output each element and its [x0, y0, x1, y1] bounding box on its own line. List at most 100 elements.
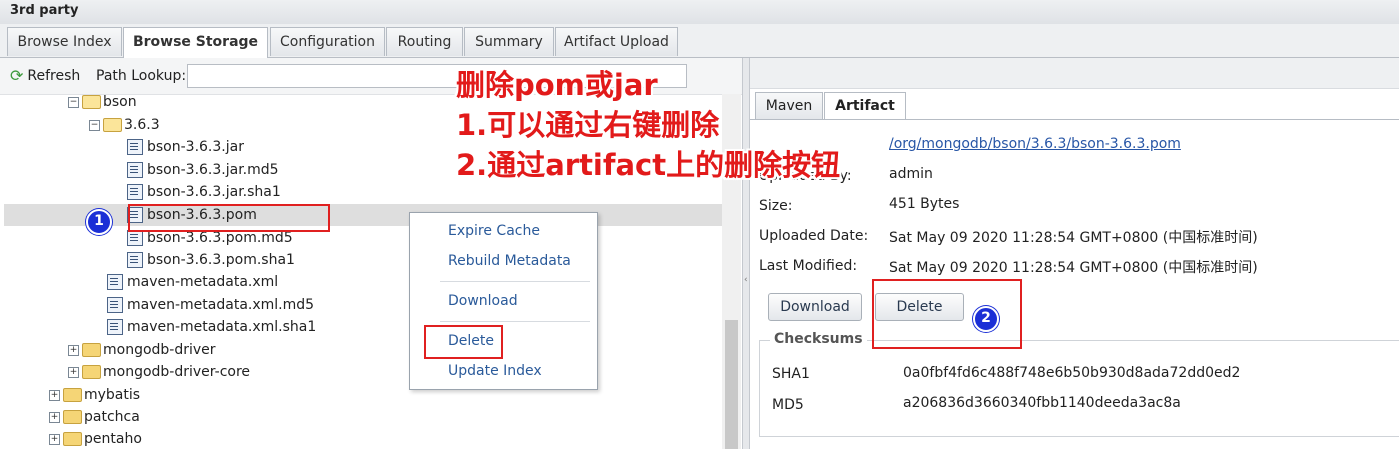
folder-icon [63, 432, 82, 446]
annotation-title: 删除pom或jar [456, 68, 658, 102]
tree-item-mongodb-driver-core[interactable]: + mongodb-driver-core [68, 361, 250, 383]
folder-icon [63, 410, 82, 424]
collapse-icon[interactable]: − [89, 119, 100, 131]
md5-label: MD5 [772, 397, 804, 413]
tree-item-bson-jar[interactable]: bson-3.6.3.jar [127, 136, 244, 158]
folder-icon [82, 365, 101, 379]
download-button[interactable]: Download [768, 293, 862, 321]
tab-divider [750, 119, 1399, 120]
tree-item-label: maven-metadata.xml.md5 [127, 297, 315, 313]
tab-configuration[interactable]: Configuration [270, 27, 385, 56]
sha1-label: SHA1 [772, 366, 810, 382]
tree-item-mongodb-driver[interactable]: + mongodb-driver [68, 339, 216, 361]
tree-item-label: patchca [84, 409, 140, 425]
path-lookup-label: Path Lookup: [96, 68, 187, 84]
step-badge-2: 2 [973, 306, 999, 332]
menu-separator [440, 281, 590, 282]
menu-item-download[interactable]: Download [448, 293, 518, 309]
tree-item-bson-jar-md5[interactable]: bson-3.6.3.jar.md5 [127, 159, 279, 181]
file-icon [127, 139, 143, 155]
tree-item-label: 3.6.3 [124, 117, 160, 133]
tab-browse-storage[interactable]: Browse Storage [123, 27, 268, 58]
tree-item-bson-pom-sha1[interactable]: bson-3.6.3.pom.sha1 [127, 249, 295, 271]
tab-maven[interactable]: Maven [755, 92, 823, 120]
file-icon [107, 274, 123, 290]
expand-icon[interactable]: + [49, 411, 60, 423]
window-titlebar: 3rd party [0, 0, 1399, 25]
folder-open-icon [82, 95, 101, 109]
context-menu: Expire Cache Rebuild Metadata Download D… [409, 212, 598, 390]
tab-routing[interactable]: Routing [386, 27, 463, 56]
tree-item-3-6-3[interactable]: − 3.6.3 [89, 114, 160, 136]
checksums-fieldset [759, 340, 1399, 437]
expand-icon[interactable]: + [68, 366, 79, 378]
file-icon [107, 297, 123, 313]
tab-summary[interactable]: Summary [464, 27, 554, 56]
annotation-step-1: 1.可以通过右键删除 [456, 108, 720, 142]
tree-item-label: bson-3.6.3.jar [147, 139, 244, 155]
size-value: 451 Bytes [889, 196, 960, 212]
tree-item-label: bson [103, 94, 137, 110]
tree-item-label: bson-3.6.3.pom.md5 [147, 230, 293, 246]
collapse-icon[interactable]: − [68, 96, 79, 108]
tab-browse-index[interactable]: Browse Index [7, 27, 122, 56]
file-icon [127, 184, 143, 200]
file-icon [127, 252, 143, 268]
tree-scrollbar-thumb[interactable] [725, 320, 738, 449]
highlight-menu-delete [424, 325, 503, 359]
window-title: 3rd party [10, 3, 79, 18]
tree-item-pentaho[interactable]: + pentaho [49, 428, 142, 450]
pane-splitter[interactable] [743, 58, 750, 449]
sha1-value: 0a0fbf4fd6c488f748e6b50b930d8ada72dd0ed2 [903, 365, 1241, 381]
file-icon [107, 319, 123, 335]
main-tabs: Browse Index Browse Storage Configuratio… [0, 24, 1399, 58]
tree-item-label: bson-3.6.3.pom.sha1 [147, 252, 295, 268]
collapse-arrow-icon[interactable]: ‹ [744, 275, 748, 305]
menu-item-rebuild-metadata[interactable]: Rebuild Metadata [448, 253, 571, 269]
refresh-icon: ⟳ [10, 66, 24, 85]
file-icon [127, 162, 143, 178]
refresh-button[interactable]: ⟳ Refresh [10, 66, 80, 85]
tree-item-label: bson-3.6.3.jar.md5 [147, 162, 279, 178]
checksums-title: Checksums [770, 331, 867, 347]
size-label: Size: [759, 198, 793, 214]
step-badge-1: 1 [86, 209, 112, 235]
tree-item-maven-metadata-sha1[interactable]: maven-metadata.xml.sha1 [107, 316, 316, 338]
tree-item-label: mongodb-driver [103, 342, 216, 358]
tree-item-label: pentaho [84, 431, 142, 447]
tree-item-patchca[interactable]: + patchca [49, 406, 140, 428]
tree-item-bson-jar-sha1[interactable]: bson-3.6.3.jar.sha1 [127, 181, 281, 203]
detail-toolbar [750, 58, 1399, 89]
tab-artifact-upload[interactable]: Artifact Upload [555, 27, 678, 56]
annotation-step-2: 2.通过artifact上的删除按钮 [456, 148, 841, 182]
artifact-path-link[interactable]: /org/mongodb/bson/3.6.3/bson-3.6.3.pom [889, 136, 1181, 152]
expand-icon[interactable]: + [68, 344, 79, 356]
uploaded-date-value: Sat May 09 2020 11:28:54 GMT+0800 (中国标准时… [889, 230, 1258, 246]
folder-icon [63, 388, 82, 402]
tree-item-label: maven-metadata.xml [127, 274, 279, 290]
tree-item-maven-metadata[interactable]: maven-metadata.xml [107, 271, 278, 293]
tree-item-maven-metadata-md5[interactable]: maven-metadata.xml.md5 [107, 294, 314, 316]
menu-separator [440, 321, 590, 322]
md5-value: a206836d3660340fbb1140deeda3ac8a [903, 395, 1181, 411]
tab-artifact[interactable]: Artifact [824, 92, 906, 120]
highlight-pom-file [128, 204, 330, 232]
expand-icon[interactable]: + [49, 433, 60, 445]
tree-item-label: maven-metadata.xml.sha1 [127, 319, 317, 335]
uploaded-date-label: Uploaded Date: [759, 228, 869, 244]
tree-item-bson[interactable]: − bson [68, 91, 137, 113]
last-modified-value: Sat May 09 2020 11:28:54 GMT+0800 (中国标准时… [889, 260, 1258, 276]
tree-item-label: bson-3.6.3.jar.sha1 [147, 184, 281, 200]
tree-item-label: mybatis [84, 387, 141, 403]
tree-item-mybatis[interactable]: + mybatis [49, 384, 140, 406]
highlight-delete-button [872, 279, 1022, 349]
expand-icon[interactable]: + [49, 389, 60, 401]
menu-item-update-index[interactable]: Update Index [448, 363, 542, 379]
folder-open-icon [103, 118, 122, 132]
uploaded-by-value: admin [889, 166, 933, 182]
menu-item-expire-cache[interactable]: Expire Cache [448, 223, 540, 239]
last-modified-label: Last Modified: [759, 258, 858, 274]
tree-item-label: mongodb-driver-core [103, 364, 251, 380]
folder-icon [82, 343, 101, 357]
refresh-label: Refresh [27, 67, 81, 84]
